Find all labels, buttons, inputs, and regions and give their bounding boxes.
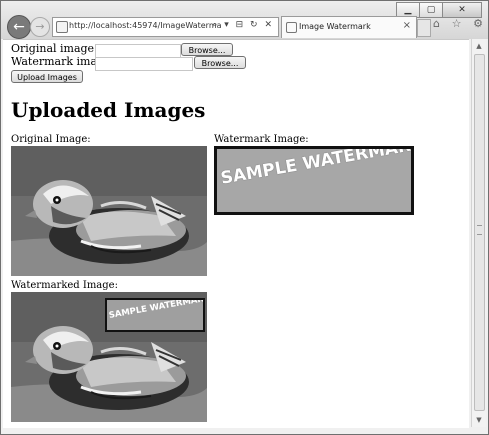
watermark-image-caption: Watermark Image: — [214, 134, 309, 145]
page-content: Original image: Browse... Watermark imag… — [3, 39, 469, 428]
watermark-text: SAMPLE WATERMARK — [219, 146, 414, 189]
maximize-button[interactable]: ▢ — [419, 2, 443, 18]
scroll-down-icon[interactable]: ▼ — [472, 413, 486, 427]
browser-window: ▁ ▢ ✕ ← → http://localhost:45974/ImageWa… — [0, 0, 489, 435]
new-tab-button[interactable] — [417, 19, 431, 37]
original-image-caption: Original Image: — [11, 134, 91, 145]
gear-icon[interactable]: ⚙ — [473, 17, 483, 30]
tab-close-icon[interactable]: × — [403, 20, 411, 31]
address-bar[interactable]: http://localhost:45974/ImageWatermark.cs… — [52, 17, 279, 37]
tab-image-watermark[interactable]: Image Watermark × — [281, 16, 417, 38]
thumb-grip — [477, 225, 482, 235]
watermark-image-field[interactable] — [95, 57, 193, 71]
address-url[interactable]: http://localhost:45974/ImageWatermark.cs… — [69, 21, 221, 30]
original-image-label: Original image: — [11, 42, 98, 55]
vertical-scrollbar[interactable]: ▲ ▼ — [471, 39, 486, 427]
overlaid-watermark: SAMPLE WATERMARK — [105, 298, 205, 332]
title-bar: ▁ ▢ ✕ ← → http://localhost:45974/ImageWa… — [1, 1, 488, 39]
watermarked-duck-image: SAMPLE WATERMARK — [11, 292, 207, 422]
page-heading: Uploaded Images — [11, 98, 206, 122]
scroll-thumb[interactable] — [474, 54, 485, 411]
upload-images-button[interactable]: Upload Images — [11, 70, 83, 83]
forward-arrow-icon[interactable]: → — [30, 17, 50, 37]
close-window-button[interactable]: ✕ — [442, 2, 482, 18]
toolbar-icons: ⌂ ☆ ⚙ — [433, 17, 483, 30]
watermarked-image-caption: Watermarked Image: — [11, 280, 118, 291]
address-bar-buttons[interactable]: ⌕ ▾ ⊟ ↻ ✕ — [212, 20, 274, 30]
original-browse-button[interactable]: Browse... — [181, 43, 233, 56]
star-icon[interactable]: ☆ — [452, 17, 462, 30]
original-duck-image — [11, 146, 207, 276]
watermark-image: SAMPLE WATERMARK — [214, 146, 414, 215]
overlaid-watermark-text: SAMPLE WATERMARK — [108, 298, 205, 321]
page-icon — [56, 21, 68, 33]
tab-page-icon — [286, 22, 297, 33]
home-icon[interactable]: ⌂ — [433, 17, 440, 30]
back-arrow-icon[interactable]: ← — [7, 15, 31, 39]
tab-title: Image Watermark — [299, 22, 371, 31]
watermark-browse-button[interactable]: Browse... — [194, 56, 246, 69]
scroll-up-icon[interactable]: ▲ — [472, 39, 486, 53]
